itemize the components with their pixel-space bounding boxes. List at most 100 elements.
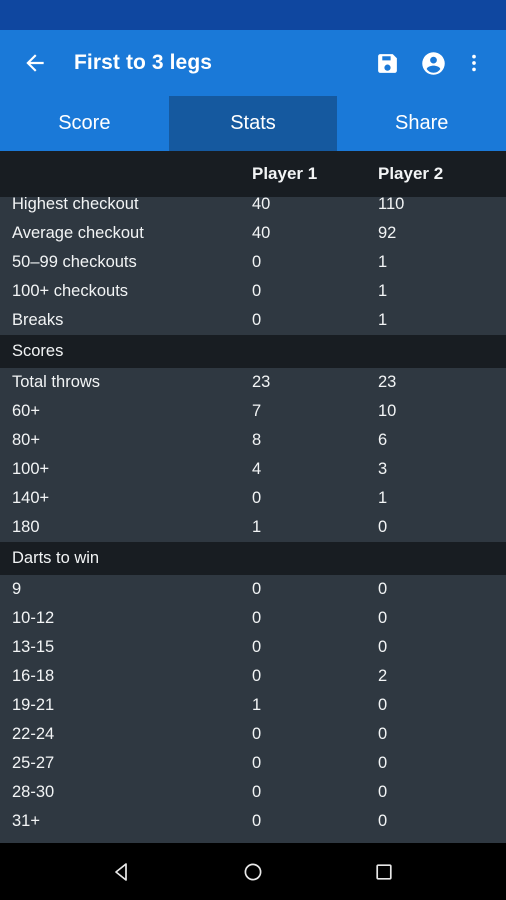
table-row: 16-18 0 2 <box>0 662 506 691</box>
row-value-player-2: 6 <box>378 431 388 449</box>
tab-label: Score <box>58 112 111 134</box>
row-label: 13-15 <box>12 638 55 656</box>
save-icon <box>377 53 397 73</box>
row-value-player-2: 0 <box>378 754 388 772</box>
row-value-player-2: 1 <box>378 282 388 300</box>
column-header-player-2: Player 2 <box>378 164 444 183</box>
row-value-player-1: 23 <box>252 373 271 391</box>
tab-score[interactable]: Score <box>0 96 169 151</box>
row-value-player-2: 1 <box>378 311 388 329</box>
row-value-player-1: 0 <box>252 638 262 656</box>
row-value-player-2: 0 <box>378 580 388 598</box>
nav-home-button[interactable] <box>230 849 276 895</box>
table-row: 80+ 8 6 <box>0 426 506 455</box>
overflow-menu-icon <box>472 54 476 72</box>
nav-home-icon <box>244 863 262 880</box>
row-value-player-1: 0 <box>252 725 262 743</box>
row-value-player-2: 23 <box>378 373 397 391</box>
row-value-player-1: 0 <box>252 783 262 801</box>
row-value-player-2: 3 <box>378 460 388 478</box>
row-value-player-1: 0 <box>252 667 262 685</box>
row-value-player-1: 8 <box>252 431 262 449</box>
row-value-player-1: 1 <box>252 518 262 536</box>
stats-table[interactable]: Highest checkout 40 110 Average checkout 40 9… <box>0 151 506 843</box>
toolbar: First to 3 legs <box>0 30 506 96</box>
tab-label: Stats <box>230 112 276 134</box>
row-value-player-1: 4 <box>252 460 262 478</box>
row-value-player-2: 92 <box>378 224 397 242</box>
row-value-player-2: 1 <box>378 253 388 271</box>
nav-recents-button[interactable] <box>361 849 407 895</box>
row-value-player-1: 0 <box>252 311 262 329</box>
row-value-player-2: 0 <box>378 812 388 830</box>
nav-back-button[interactable] <box>99 849 145 895</box>
row-value-player-2: 0 <box>378 609 388 627</box>
table-row: 180 1 0 <box>0 513 506 542</box>
row-label: 100+ checkouts <box>12 282 129 300</box>
account-icon <box>421 51 445 75</box>
stats-table-body: Highest checkout 40 110 Average checkout 40 9… <box>0 151 506 836</box>
row-value-player-1: 0 <box>252 609 262 627</box>
row-label: 180 <box>12 518 40 536</box>
tab-label: Share <box>394 112 449 134</box>
page-title: First to 3 legs <box>74 51 213 74</box>
row-value-player-2: 2 <box>378 667 388 685</box>
table-row: 19-21 1 0 <box>0 691 506 720</box>
column-header-player-1: Player 1 <box>252 164 318 183</box>
table-row: 28-30 0 0 <box>0 778 506 807</box>
nav-back-icon <box>114 862 127 881</box>
table-row: 13-15 0 0 <box>0 633 506 662</box>
table-row: 25-27 0 0 <box>0 749 506 778</box>
table-row: 31+ 0 0 <box>0 807 506 836</box>
row-value-player-1: 0 <box>252 489 262 507</box>
table-row: Total throws 23 23 <box>0 368 506 397</box>
row-label: Highest checkout <box>12 195 139 213</box>
row-value-player-1: 1 <box>252 696 262 714</box>
row-value-player-2: 1 <box>378 489 388 507</box>
app-root: First to 3 legs Score Stats Share Highes… <box>0 0 506 900</box>
row-label: 140+ <box>12 489 50 507</box>
stats-column-header: Player 1 Player 2 <box>0 151 506 197</box>
row-value-player-1: 0 <box>252 754 262 772</box>
back-button[interactable] <box>18 46 52 80</box>
tab-stats[interactable]: Stats <box>168 96 338 151</box>
account-button[interactable] <box>410 40 456 86</box>
table-section-header: Scores <box>0 335 506 368</box>
arrow-back-icon <box>26 54 44 72</box>
table-row: 9 0 0 <box>0 575 506 604</box>
row-value-player-2: 0 <box>378 518 388 536</box>
tab-share[interactable]: Share <box>337 96 506 151</box>
row-label: 22-24 <box>12 725 55 743</box>
row-label: 10-12 <box>12 609 55 627</box>
row-value-player-1: 7 <box>252 402 262 420</box>
status-bar <box>0 0 506 30</box>
row-value-player-2: 0 <box>378 696 388 714</box>
row-label: 100+ <box>12 460 50 478</box>
table-row: 22-24 0 0 <box>0 720 506 749</box>
system-nav-bar <box>0 843 506 900</box>
row-label: 16-18 <box>12 667 55 685</box>
table-row: 100+ 4 3 <box>0 455 506 484</box>
row-label: Average checkout <box>12 224 144 242</box>
row-value-player-2: 0 <box>378 638 388 656</box>
row-label: Total throws <box>12 373 101 391</box>
row-value-player-2: 0 <box>378 725 388 743</box>
row-value-player-1: 40 <box>252 224 271 242</box>
row-label: 50–99 checkouts <box>12 253 137 271</box>
table-section-header: Darts to win <box>0 542 506 575</box>
overflow-menu-button[interactable] <box>456 40 492 86</box>
row-label: 19-21 <box>12 696 55 714</box>
row-value-player-1: 40 <box>252 195 271 213</box>
row-label: 28-30 <box>12 783 55 801</box>
row-label: Breaks <box>12 311 64 329</box>
row-value-player-2: 10 <box>378 402 397 420</box>
toolbar-actions <box>364 40 492 86</box>
nav-recents-icon <box>376 863 392 880</box>
save-button[interactable] <box>364 40 410 86</box>
row-value-player-2: 110 <box>378 195 405 213</box>
table-row: Breaks 0 1 <box>0 306 506 335</box>
row-value-player-1: 0 <box>252 282 262 300</box>
table-row: Average checkout 40 92 <box>0 219 506 248</box>
section-title: Darts to win <box>12 549 100 567</box>
row-value-player-1: 0 <box>252 580 262 598</box>
